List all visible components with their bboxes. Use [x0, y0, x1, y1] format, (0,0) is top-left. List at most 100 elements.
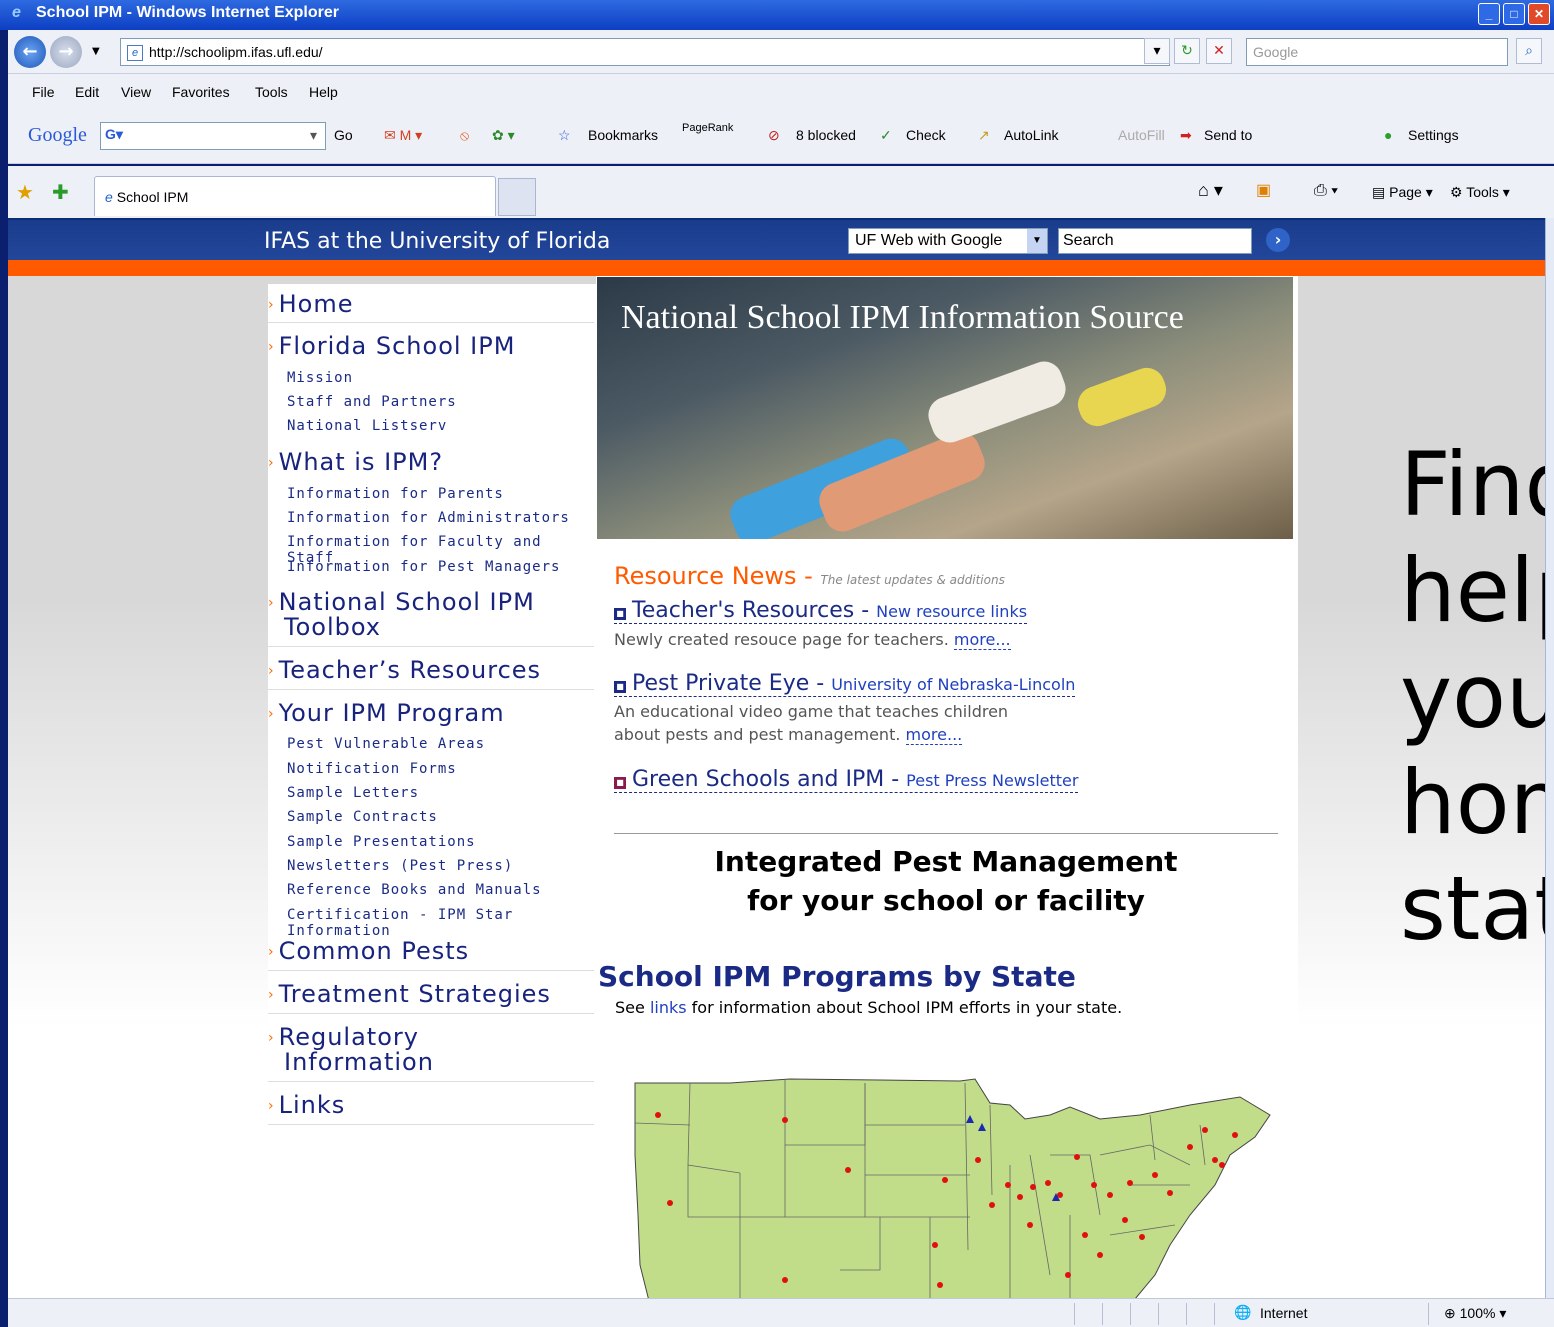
nav-treatment-strategies[interactable]: › Treatment Strategies [268, 982, 551, 1007]
nav-sample-contracts[interactable]: Sample Contracts [287, 809, 438, 825]
popup-blocker-icon: ⊘ [768, 127, 780, 143]
address-dropdown-icon[interactable]: ▾ [1144, 38, 1170, 64]
refresh-icon[interactable]: ↻ [1174, 38, 1200, 64]
search-icon[interactable]: ⌕ [1516, 38, 1542, 64]
nav-what-is-ipm[interactable]: › What is IPM? [268, 450, 443, 475]
nav-notification-forms[interactable]: Notification Forms [287, 761, 457, 777]
news-desc-teachers: Newly created resouce page for teachers.… [614, 630, 1011, 650]
ufl-header-title: IFAS at the University of Florida [264, 229, 611, 254]
page-icon: e [127, 45, 143, 61]
address-field[interactable]: e http://schoolipm.ifas.ufl.edu/ [120, 38, 1170, 66]
tools-menu-button[interactable]: ⚙ Tools ▾ [1450, 184, 1510, 201]
ipm-heading: Integrated Pest Management for your schoo… [714, 845, 1178, 917]
yellow-chalk-image [1072, 362, 1172, 432]
autolink-button[interactable]: AutoLink [1004, 127, 1058, 143]
close-button[interactable]: ✕ [1528, 3, 1550, 25]
nav-your-ipm-program[interactable]: › Your IPM Program [268, 701, 505, 726]
blocked-count[interactable]: 8 blocked [796, 127, 856, 143]
bookmarks-button[interactable]: Bookmarks [588, 127, 658, 143]
news-item-teachers-resources[interactable]: ■ Teacher's Resources - New resource link… [614, 598, 1028, 624]
left-navigation: › Home › Florida School IPM Mission Staff … [268, 284, 596, 1125]
send-icon: ➡ [1180, 127, 1192, 143]
feeds-icon[interactable]: ▣ [1256, 180, 1271, 200]
window-title: School IPM - Windows Internet Explorer [36, 4, 339, 21]
google-toolbar-search[interactable]: G▾ [100, 122, 326, 150]
nav-mission[interactable]: Mission [287, 370, 353, 386]
status-bar: 🌐 Internet ⊕ 100% ▾ [8, 1298, 1554, 1327]
nav-pest-vulnerable[interactable]: Pest Vulnerable Areas [287, 736, 485, 752]
gmail-icon[interactable]: ✉ M ▾ [384, 127, 422, 144]
maximize-button[interactable]: □ [1503, 3, 1525, 25]
home-icon[interactable]: ⌂ ▾ [1198, 180, 1223, 201]
us-states-map[interactable] [630, 1075, 1275, 1305]
divider [614, 833, 1278, 834]
url-text: http://schoolipm.ifas.ufl.edu/ [149, 44, 323, 60]
pagerank-indicator[interactable]: PageRank [682, 122, 733, 134]
print-icon[interactable]: ⎙ ▾ [1314, 182, 1338, 200]
nav-certification[interactable]: Certification - IPM Star Information [287, 907, 596, 939]
add-favorites-icon[interactable]: ✚ [52, 180, 69, 205]
page-menu-button[interactable]: ▤ Page ▾ [1372, 184, 1433, 201]
search-box[interactable]: Google [1246, 38, 1508, 66]
puzzle-icon[interactable]: ✿ ▾ [492, 127, 515, 144]
new-tab-button[interactable] [498, 178, 536, 216]
menu-favorites[interactable]: Favorites [172, 84, 230, 100]
news-item-pest-private-eye[interactable]: ■ Pest Private Eye - University of Nebras… [614, 671, 1076, 697]
menu-edit[interactable]: Edit [75, 84, 99, 100]
resource-news-heading: Resource News - The latest updates & add… [614, 562, 1005, 590]
search-go-button[interactable]: › [1266, 228, 1290, 252]
ufl-search-input[interactable]: Search [1058, 228, 1252, 254]
minimize-button[interactable]: _ [1478, 3, 1500, 25]
more-link[interactable]: more... [905, 725, 963, 745]
news-desc-pest-eye: An educational video game that teaches c… [614, 702, 1009, 745]
history-dropdown-icon[interactable]: ▼ [92, 46, 100, 57]
security-zone: Internet [1260, 1305, 1308, 1321]
back-button[interactable]: ← [14, 36, 46, 68]
settings-button[interactable]: Settings [1408, 127, 1459, 143]
menu-help[interactable]: Help [309, 84, 338, 100]
menu-view[interactable]: View [121, 84, 151, 100]
google-search-dropdown-icon[interactable]: ▾ [310, 127, 317, 144]
nav-info-parents[interactable]: Information for Parents [287, 486, 504, 502]
nav-common-pests[interactable]: › Common Pests [268, 939, 469, 964]
autofill-button[interactable]: AutoFill [1118, 127, 1165, 143]
search-scope-select[interactable]: UF Web with Google ▼ [848, 228, 1048, 254]
nav-national-listserv[interactable]: National Listserv [287, 418, 447, 434]
menu-file[interactable]: File [32, 84, 55, 100]
nav-reference-books[interactable]: Reference Books and Manuals [287, 882, 542, 898]
ufl-header: IFAS at the University of Florida UF Web… [8, 218, 1545, 260]
sendto-button[interactable]: Send to [1204, 127, 1252, 143]
nav-sample-letters[interactable]: Sample Letters [287, 785, 419, 801]
hero-title: National School IPM Information Source [621, 299, 1184, 336]
ie-logo-icon: e [12, 4, 21, 21]
chevron-down-icon: ▼ [1027, 229, 1047, 253]
favorites-star-icon[interactable]: ★ [16, 180, 34, 205]
window-titlebar: e School IPM - Windows Internet Explorer … [0, 0, 1554, 30]
tab-school-ipm[interactable]: e School IPM [94, 176, 496, 216]
stop-icon[interactable]: ✕ [1206, 38, 1232, 64]
nav-links[interactable]: › Links [268, 1093, 345, 1118]
nav-staff-partners[interactable]: Staff and Partners [287, 394, 457, 410]
nav-info-pest-managers[interactable]: Information for Pest Managers [287, 559, 560, 575]
spellcheck-icon[interactable]: ⦸ [460, 127, 469, 144]
menu-bar: File Edit View Favorites Tools Help [8, 74, 1554, 110]
slide-caption: Find help your home state [1400, 433, 1554, 960]
vertical-scrollbar[interactable] [1545, 218, 1554, 1298]
state-links-link[interactable]: links [650, 998, 687, 1017]
menu-tools[interactable]: Tools [255, 84, 288, 100]
nav-regulatory[interactable]: › Regulatory Information [268, 1025, 434, 1074]
nav-florida-school-ipm[interactable]: › Florida School IPM [268, 334, 515, 359]
bullet-icon: ■ [614, 608, 626, 620]
forward-button[interactable]: → [50, 36, 82, 68]
nav-sample-presentations[interactable]: Sample Presentations [287, 834, 476, 850]
nav-newsletters[interactable]: Newsletters (Pest Press) [287, 858, 513, 874]
nav-home[interactable]: › Home [268, 292, 353, 317]
nav-toolbox[interactable]: › National School IPM Toolbox [268, 590, 535, 639]
news-item-green-schools[interactable]: ■ Green Schools and IPM - Pest Press News… [614, 767, 1079, 793]
zoom-level[interactable]: ⊕ 100% ▾ [1444, 1305, 1506, 1322]
nav-info-administrators[interactable]: Information for Administrators [287, 510, 570, 526]
nav-teachers-resources[interactable]: › Teacher’s Resources [268, 658, 541, 683]
check-button[interactable]: Check [906, 127, 946, 143]
go-button[interactable]: Go [334, 127, 353, 143]
more-link[interactable]: more... [953, 630, 1011, 650]
